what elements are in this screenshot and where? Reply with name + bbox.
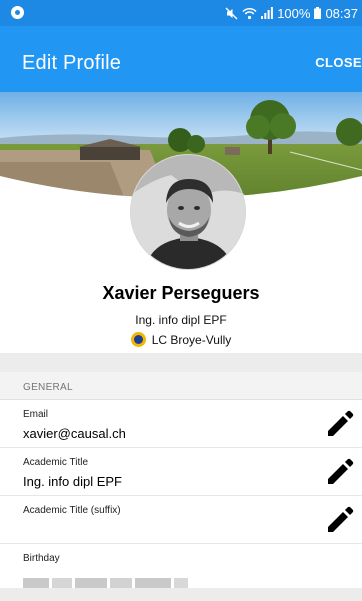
club-row: LC Broye-Vully: [0, 332, 362, 347]
field-label-academic-title: Academic Title: [23, 457, 89, 468]
field-value-academic-title: Ing. info dipl EPF: [23, 474, 122, 489]
wifi-icon: [242, 7, 257, 20]
page-title: Edit Profile: [22, 52, 122, 74]
close-button[interactable]: CLOSE: [315, 55, 362, 70]
field-label-academic-title-suffix: Academic Title (suffix): [23, 505, 121, 516]
field-email[interactable]: Email xavier@causal.ch: [0, 401, 362, 448]
edit-academic-title-suffix-icon[interactable]: [324, 506, 354, 536]
app-bar: Edit Profile CLOSE: [0, 26, 362, 92]
edit-academic-title-icon[interactable]: [324, 458, 354, 488]
lions-logo-icon: [130, 332, 146, 347]
status-right: 100% 08:37: [225, 5, 358, 21]
section-header: GENERAL: [0, 372, 362, 400]
birthday-redacted-value: [23, 578, 188, 588]
field-label-email: Email: [23, 409, 49, 420]
section-divider: [0, 353, 362, 372]
status-bar: 100% 08:37: [0, 0, 362, 26]
edit-email-icon[interactable]: [324, 410, 354, 440]
club-name: LC Broye-Vully: [151, 332, 232, 347]
status-time: 08:37: [325, 5, 358, 21]
battery-percent: 100%: [277, 5, 311, 21]
field-academic-title[interactable]: Academic Title Ing. info dipl EPF: [0, 449, 362, 496]
field-label-birthday: Birthday: [23, 553, 60, 564]
section-label: GENERAL: [23, 382, 73, 393]
profile-name: Xavier Perseguers: [102, 283, 260, 303]
profile-subtitle: Ing. info dipl EPF: [135, 313, 227, 327]
battery-icon: [314, 7, 322, 19]
avatar[interactable]: [130, 154, 246, 270]
field-academic-title-suffix[interactable]: Academic Title (suffix): [0, 497, 362, 544]
notification-icon: [11, 6, 24, 19]
bottom-divider: [0, 588, 362, 601]
field-birthday: Birthday: [0, 545, 362, 588]
signal-icon: [261, 7, 274, 19]
field-value-email: xavier@causal.ch: [23, 426, 126, 441]
mute-icon: [225, 7, 238, 20]
